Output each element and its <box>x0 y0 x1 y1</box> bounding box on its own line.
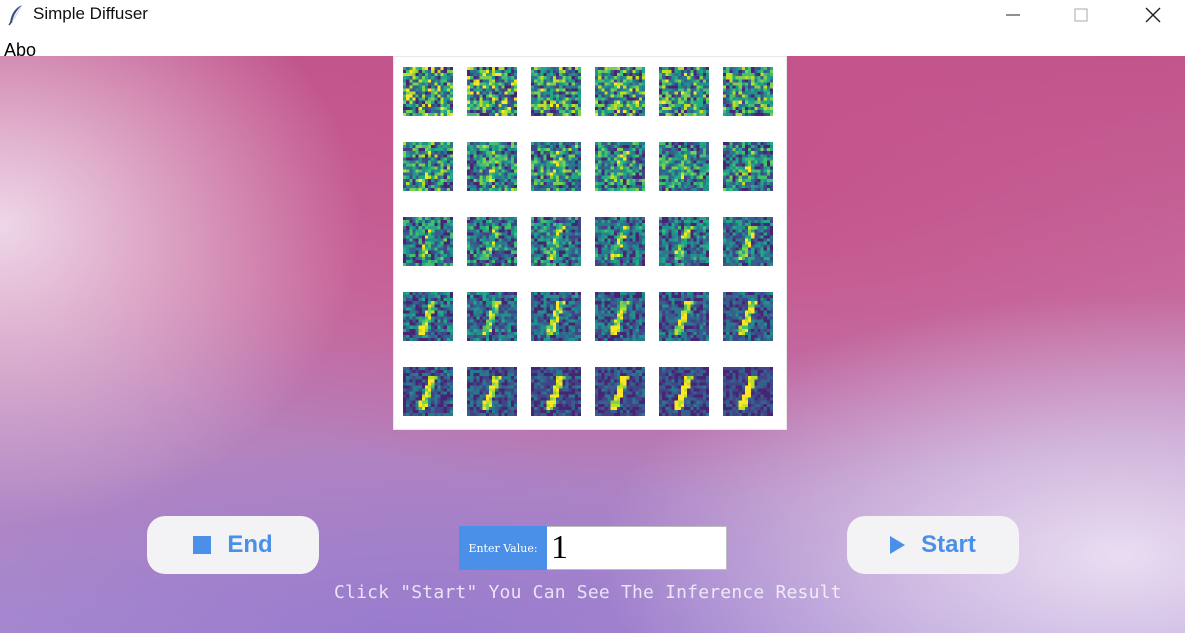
close-button[interactable] <box>1130 0 1176 30</box>
diffusion-steps-grid <box>393 56 787 430</box>
step-thumbnail <box>531 142 581 191</box>
step-thumbnail <box>595 142 645 191</box>
start-button-label: Start <box>921 531 976 558</box>
step-thumbnail <box>467 67 517 116</box>
step-thumbnail <box>723 142 773 191</box>
step-thumbnail <box>659 292 709 341</box>
step-thumbnail <box>723 217 773 266</box>
step-thumbnail <box>659 142 709 191</box>
step-thumbnail <box>723 367 773 416</box>
step-thumbnail <box>595 292 645 341</box>
menu-item-about[interactable]: Abo <box>4 40 36 56</box>
value-input[interactable] <box>547 526 727 570</box>
end-button[interactable]: End <box>147 516 319 574</box>
end-button-label: End <box>227 531 273 558</box>
step-thumbnail <box>659 67 709 116</box>
step-thumbnail <box>723 67 773 116</box>
step-thumbnail <box>531 67 581 116</box>
maximize-icon <box>1074 8 1088 22</box>
minimize-button[interactable] <box>990 0 1036 30</box>
step-thumbnail <box>403 67 453 116</box>
step-thumbnail <box>659 367 709 416</box>
minimize-icon <box>1006 14 1020 16</box>
app-canvas: End Enter Value: Start Click "Start" You… <box>0 56 1185 633</box>
start-button[interactable]: Start <box>847 516 1019 574</box>
step-thumbnail <box>403 142 453 191</box>
step-thumbnail <box>467 367 517 416</box>
step-thumbnail <box>659 217 709 266</box>
step-thumbnail <box>531 367 581 416</box>
step-thumbnail <box>531 292 581 341</box>
step-thumbnail <box>467 217 517 266</box>
maximize-button[interactable] <box>1058 0 1104 30</box>
stop-icon <box>193 536 212 554</box>
title-bar: Simple Diffuser <box>0 0 1185 30</box>
step-thumbnail <box>595 67 645 116</box>
step-thumbnail <box>595 367 645 416</box>
window-title: Simple Diffuser <box>33 4 148 23</box>
value-entry: Enter Value: <box>459 526 727 570</box>
play-icon <box>890 536 906 554</box>
step-thumbnail <box>403 367 453 416</box>
step-thumbnail <box>403 292 453 341</box>
close-icon <box>1145 7 1161 23</box>
enter-value-label: Enter Value: <box>459 526 547 570</box>
feather-icon <box>8 4 23 26</box>
step-thumbnail <box>723 292 773 341</box>
hint-text: Click "Start" You Can See The Inference … <box>334 582 842 603</box>
step-thumbnail <box>467 142 517 191</box>
step-thumbnail <box>467 292 517 341</box>
step-thumbnail <box>595 217 645 266</box>
step-thumbnail <box>403 217 453 266</box>
menu-bar: Abo <box>0 36 1185 56</box>
step-thumbnail <box>531 217 581 266</box>
